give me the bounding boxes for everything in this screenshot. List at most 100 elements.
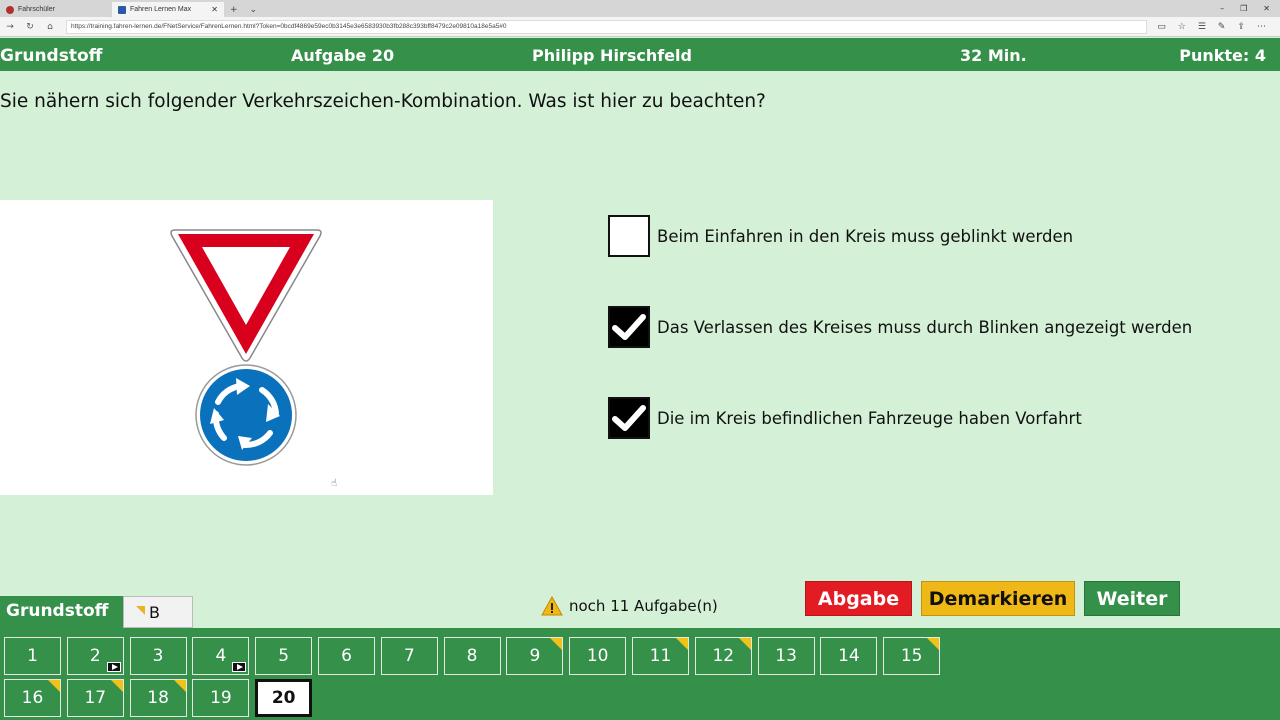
question-nav-number: 18 [147, 688, 169, 708]
question-nav-button-2[interactable]: 2 [66, 637, 124, 675]
tab-list-chevron-icon[interactable]: ⌄ [244, 5, 264, 17]
marked-flag-icon [927, 638, 940, 650]
question-nav-button-12[interactable]: 12 [694, 637, 752, 675]
favorite-star-icon[interactable]: ☆ [1178, 22, 1186, 32]
question-nav-button-11[interactable]: 11 [632, 637, 689, 675]
question-nav-number: 10 [586, 646, 609, 666]
warning-icon [541, 596, 563, 616]
question-nav-number: 7 [403, 646, 415, 666]
marked-flag-icon [173, 680, 186, 692]
traffic-signs-illustration [170, 229, 322, 466]
window-controls: – ❐ ✕ [1220, 4, 1280, 13]
section-title: Grundstoff [0, 46, 103, 66]
remaining-notice: noch 11 Aufgabe(n) [541, 596, 718, 616]
submit-button[interactable]: Abgabe [805, 581, 912, 616]
question-nav-number: 8 [466, 646, 478, 666]
question-nav-button-3[interactable]: 3 [129, 637, 187, 675]
question-nav-button-17[interactable]: 17 [66, 679, 124, 717]
answer-checkbox[interactable] [608, 306, 650, 348]
pen-icon[interactable]: ✎ [1218, 22, 1226, 32]
address-bar: → ↻ ⌂ https://training.fahren-lernen.de/… [0, 17, 1280, 37]
points: Punkte: 4 [1179, 46, 1266, 65]
url-field[interactable]: https://training.fahren-lernen.de/FNetSe… [66, 19, 1148, 34]
question-nav-button-6[interactable]: 6 [318, 637, 375, 675]
question-nav-number: 17 [84, 688, 107, 708]
question-nav-button-18[interactable]: 18 [129, 679, 187, 717]
yield-sign-icon [170, 229, 322, 362]
question-nav-number: 6 [341, 646, 352, 666]
answer-option-3[interactable]: Die im Kreis befindlichen Fahrzeuge habe… [608, 397, 1082, 439]
tab-grundstoff[interactable]: Grundstoff [0, 596, 123, 628]
checkmark-icon [612, 314, 646, 340]
answer-checkbox[interactable] [608, 215, 650, 257]
minimize-icon[interactable]: – [1220, 4, 1224, 13]
video-play-icon [106, 662, 121, 672]
marked-flag-icon [48, 680, 60, 692]
more-icon[interactable]: ⋯ [1257, 22, 1266, 32]
question-nav-button-10[interactable]: 10 [569, 637, 627, 675]
answer-option-1[interactable]: Beim Einfahren in den Kreis muss geblink… [608, 215, 1073, 257]
tab-label: Fahren Lernen Max [130, 6, 192, 13]
answer-checkbox[interactable] [608, 397, 650, 439]
question-nav-number: 4 [215, 646, 227, 666]
question-nav-number: 2 [89, 646, 101, 666]
favorites-list-icon[interactable]: ☰ [1198, 22, 1206, 32]
next-button[interactable]: Weiter [1084, 581, 1180, 616]
browser-tab-fahrschueler[interactable]: Fahrschüler [0, 2, 112, 17]
question-nav-button-8[interactable]: 8 [443, 637, 501, 675]
question-nav-number: 1 [27, 646, 38, 666]
tab-favicon-icon [6, 5, 14, 14]
checkmark-icon [612, 405, 646, 431]
question-nav-button-7[interactable]: 7 [380, 637, 438, 675]
marked-flag-icon [676, 638, 688, 650]
answer-label: Beim Einfahren in den Kreis muss geblink… [657, 226, 1074, 246]
tab-b-label: B [149, 603, 160, 622]
question-nav-number: 9 [529, 646, 541, 666]
question-navigation: 1 2 3 4 5 6 7 8 9 10 11 12 13 14 15 16 17 18 19 20 [0, 628, 1280, 720]
tab-class-b[interactable]: B [123, 596, 193, 628]
app-header: Grundstoff Aufgabe 20 Philipp Hirschfeld… [0, 38, 1280, 71]
answer-label: Das Verlassen des Kreises muss durch Bli… [657, 317, 1193, 337]
unmark-button[interactable]: Demarkieren [921, 581, 1075, 616]
question-nav-number: 16 [21, 688, 44, 708]
question-nav-number: 14 [838, 646, 860, 666]
question-nav-number: 19 [210, 688, 232, 708]
question-nav-button-19[interactable]: 19 [192, 679, 250, 717]
question-nav-button-4[interactable]: 4 [192, 637, 250, 675]
question-nav-button-16[interactable]: 16 [4, 679, 61, 717]
roundabout-sign-icon [195, 364, 297, 466]
new-tab-icon[interactable]: + [224, 5, 244, 17]
tab-favicon-icon [118, 5, 126, 14]
marked-flag-icon [110, 680, 123, 692]
back-icon[interactable]: → [0, 22, 20, 32]
remaining-text: noch 11 Aufgabe(n) [569, 597, 718, 615]
close-tab-icon[interactable]: ✕ [211, 5, 218, 14]
home-icon[interactable]: ⌂ [40, 22, 60, 32]
answer-label: Die im Kreis befindlichen Fahrzeuge habe… [657, 408, 1082, 428]
browser-tab-fahren-lernen[interactable]: Fahren Lernen Max ✕ [112, 2, 224, 17]
question-nav-number: 5 [278, 646, 290, 666]
maximize-icon[interactable]: ❐ [1240, 4, 1247, 13]
marked-flag-icon [738, 638, 751, 650]
question-nav-button-1[interactable]: 1 [4, 637, 61, 675]
question-nav-number: 12 [712, 646, 735, 666]
hand-cursor-icon: ☝ [331, 478, 338, 489]
close-window-icon[interactable]: ✕ [1263, 4, 1270, 13]
question-nav-button-13[interactable]: 13 [757, 637, 815, 675]
question-text: Sie nähern sich folgender Verkehrszeiche… [0, 91, 766, 112]
reading-view-icon[interactable]: ▭ [1157, 22, 1166, 32]
answer-option-2[interactable]: Das Verlassen des Kreises muss durch Bli… [608, 306, 1192, 348]
marker-flag-icon [136, 606, 145, 615]
question-nav-number: 3 [152, 646, 164, 666]
question-nav-button-9[interactable]: 9 [506, 637, 564, 675]
question-nav-button-20[interactable]: 20 [255, 679, 313, 717]
share-icon[interactable]: ⇪ [1237, 22, 1245, 32]
question-nav-button-15[interactable]: 15 [883, 637, 941, 675]
refresh-icon[interactable]: ↻ [20, 22, 40, 32]
browser-tab-bar: Fahrschüler Fahren Lernen Max ✕ + ⌄ – ❐ … [0, 0, 1280, 17]
question-nav-button-14[interactable]: 14 [820, 637, 878, 675]
question-nav-button-5[interactable]: 5 [255, 637, 313, 675]
user-name: Philipp Hirschfeld [532, 46, 692, 65]
video-play-icon [232, 662, 247, 672]
marked-flag-icon [550, 638, 563, 650]
